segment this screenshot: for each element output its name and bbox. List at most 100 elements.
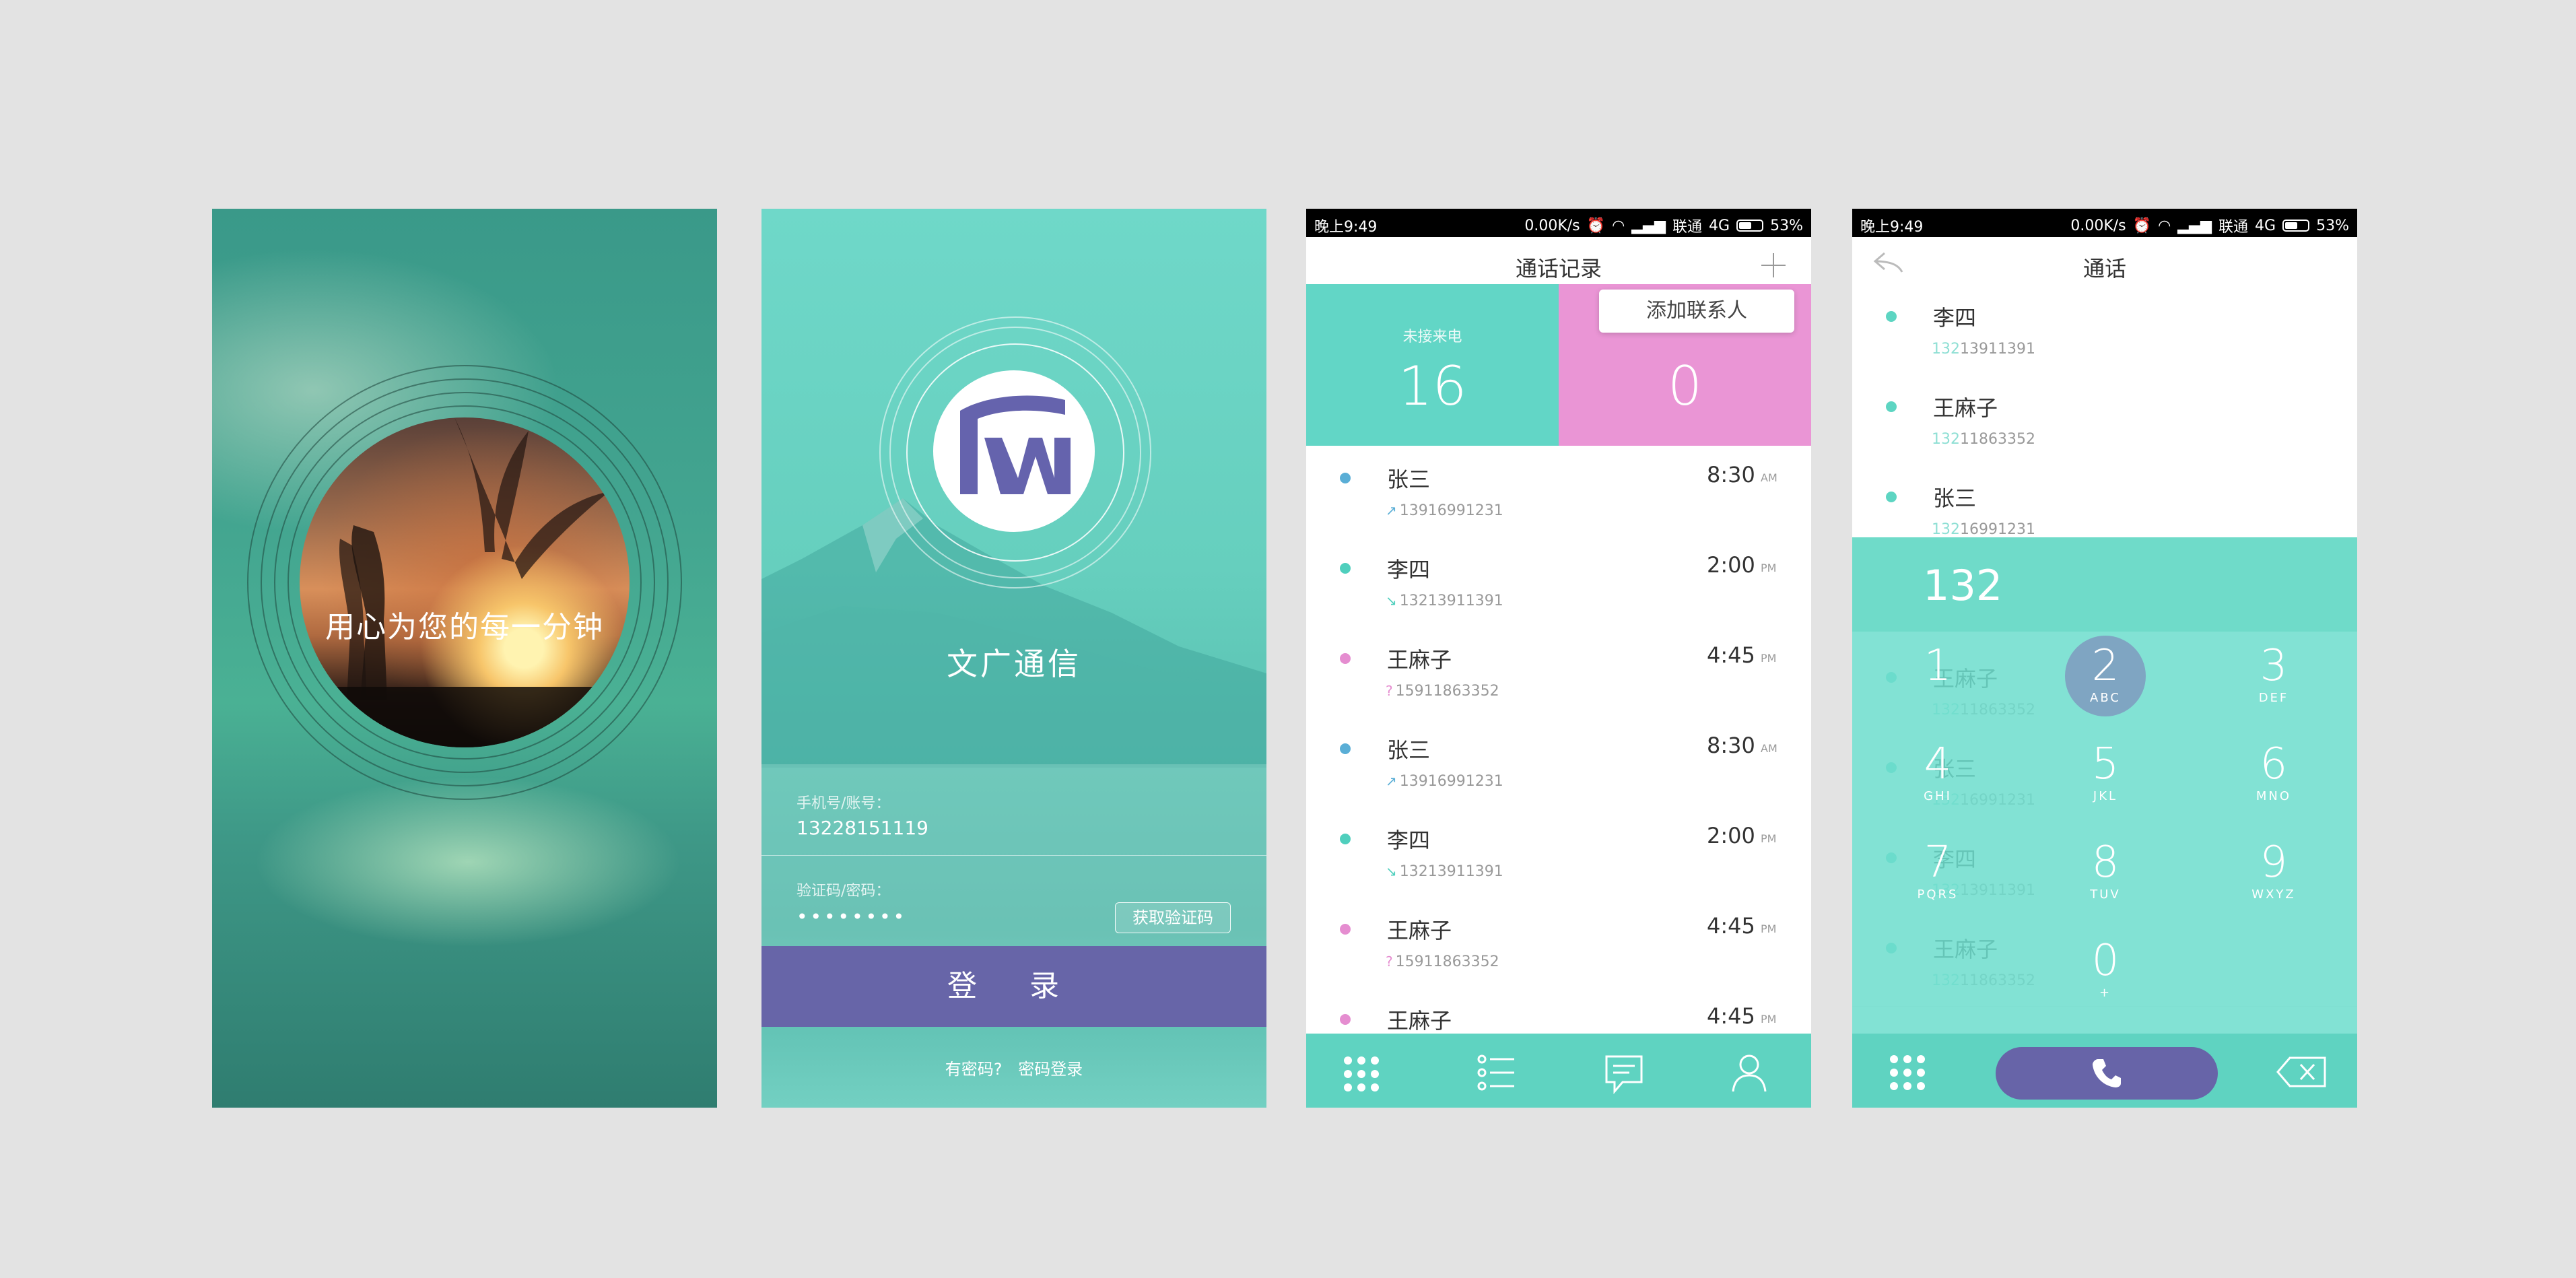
password-login-link[interactable]: 密码登录 <box>1018 1060 1083 1079</box>
key-digit: 7 <box>1924 838 1952 887</box>
list-icon[interactable] <box>1477 1052 1517 1093</box>
status-bar: 晚上9:49 0.00K/s ⏰ ◠ ▂▄▆ 联通 4G 53% <box>1852 209 2357 237</box>
number-rest: 16991231 <box>1960 521 2035 538</box>
call-direction-icon: ↘ <box>1386 863 1397 879</box>
call-button[interactable] <box>1996 1047 2218 1100</box>
key-4[interactable]: 4 GHI <box>1887 738 1988 826</box>
splash-tagline: 用心为您的每一分钟 <box>325 610 604 644</box>
title-bar: 通话记录 <box>1306 237 1811 291</box>
status-speed: 0.00K/s <box>1524 217 1580 234</box>
keypad-icon[interactable] <box>1887 1052 1928 1093</box>
call-log-row[interactable]: 王麻子? 15911863352 4:45 PM <box>1306 897 1811 988</box>
code-label: 验证码/密码： <box>796 883 891 900</box>
status-dot <box>1340 653 1351 664</box>
call-log-row[interactable]: 王麻子? 15911863352 4:45 PM <box>1306 626 1811 718</box>
call-ampm: PM <box>1761 832 1777 845</box>
divider <box>761 855 1266 856</box>
dialer-screen: 晚上9:49 0.00K/s ⏰ ◠ ▂▄▆ 联通 4G 53% 通话 李四 13… <box>1852 209 2357 1108</box>
key-digit: 8 <box>2091 838 2120 887</box>
call-number: ↘ 13213911391 <box>1386 593 1503 609</box>
key-digit: 1 <box>1924 641 1952 691</box>
status-dot <box>1340 473 1351 483</box>
get-code-button[interactable]: 获取验证码 <box>1115 902 1231 933</box>
brand-logo-icon <box>960 395 1071 494</box>
phone-input[interactable]: 13228151119 <box>796 817 928 839</box>
app-logo <box>933 370 1095 532</box>
missed-count: 16 <box>1398 355 1467 417</box>
key-7[interactable]: 7 PQRS <box>1887 836 1988 924</box>
title-bar: 通话 <box>1852 237 2357 291</box>
call-log-row[interactable]: 李四 ↘ 13213911391 2:00 PM <box>1306 807 1811 898</box>
phone-label: 手机号/账号： <box>796 795 891 812</box>
call-number: ↗ 13916991231 <box>1386 773 1503 790</box>
phone-number: 13916991231 <box>1399 502 1503 519</box>
call-ampm: PM <box>1761 562 1777 574</box>
have-password-text: 有密码? <box>945 1060 1003 1079</box>
contact-name: 张三 <box>1933 485 1977 511</box>
key-digit: 5 <box>2091 739 2120 789</box>
dial-input[interactable]: 132 <box>1923 561 2002 610</box>
keypad-icon[interactable] <box>1341 1054 1382 1094</box>
missed-calls-panel[interactable]: 未接来电 16 <box>1306 284 1559 446</box>
key-letters: ABC <box>2090 691 2121 705</box>
call-time: 4:45 <box>1707 642 1755 668</box>
key-0[interactable]: 0 + <box>2055 935 2156 1022</box>
contact-name: 张三 <box>1387 467 1431 492</box>
match-prefix: 132 <box>1932 521 1960 538</box>
number-rest: 13911391 <box>1960 341 2035 358</box>
contact-number: 13216991231 <box>1932 521 2035 538</box>
key-digit: 0 <box>2091 936 2120 986</box>
contact-suggestion-row[interactable]: 李四 13213911391 <box>1852 284 2357 376</box>
sunset-photo <box>300 417 630 747</box>
phone-icon <box>2093 1059 2121 1087</box>
key-8[interactable]: 8 TUV <box>2055 836 2156 924</box>
status-time: 晚上9:49 <box>1314 219 1378 236</box>
status-dot <box>1886 492 1897 502</box>
add-contact-menu-item[interactable]: 添加联系人 <box>1599 290 1794 333</box>
battery-icon <box>1736 220 1764 232</box>
call-direction-icon: ↗ <box>1386 502 1397 518</box>
key-9[interactable]: 9 WXYZ <box>2223 836 2324 924</box>
call-ampm: PM <box>1761 652 1777 665</box>
call-log-row[interactable]: 张三 ↗ 13916991231 8:30 AM <box>1306 716 1811 808</box>
number-rest: 11863352 <box>1960 431 2035 448</box>
contact-name: 王麻子 <box>1933 395 1998 421</box>
contact-name: 王麻子 <box>1387 1008 1452 1034</box>
key-letters: WXYZ <box>2251 887 2296 902</box>
call-log-screen: 晚上9:49 0.00K/s ⏰ ◠ ▂▄▆ 联通 4G 53% 通话记录 未接… <box>1306 209 1811 1108</box>
status-dot <box>1340 924 1351 935</box>
status-dot <box>1340 563 1351 574</box>
contact-icon[interactable] <box>1729 1051 1769 1094</box>
contact-name: 李四 <box>1933 305 1977 331</box>
key-digit: 9 <box>2260 838 2288 887</box>
phone-number: 15911863352 <box>1395 683 1499 700</box>
alt-login: 有密码? 密码登录 <box>761 1056 1266 1079</box>
password-input[interactable]: •••••••• <box>796 906 907 928</box>
contact-suggestion-row[interactable]: 王麻子 13211863352 <box>1852 374 2357 466</box>
call-ampm: AM <box>1761 742 1777 755</box>
status-carrier: 联通 <box>1672 219 1703 236</box>
contact-name: 李四 <box>1387 557 1431 582</box>
contact-number: 13213911391 <box>1932 341 2035 358</box>
key-5[interactable]: 5 JKL <box>2055 738 2156 826</box>
key-6[interactable]: 6 MNO <box>2223 738 2324 826</box>
signal-icon: ▂▄▆ <box>1631 217 1666 234</box>
app-name: 文广通信 <box>947 646 1081 682</box>
plus-icon[interactable] <box>1759 250 1788 280</box>
call-number: ↘ 13213911391 <box>1386 863 1503 880</box>
backspace-icon[interactable] <box>2275 1055 2329 1089</box>
contact-name: 王麻子 <box>1387 647 1452 673</box>
call-log-row[interactable]: 张三 ↗ 13916991231 8:30 AM <box>1306 446 1811 537</box>
key-2[interactable]: 2 ABC <box>2055 636 2156 727</box>
palm-silhouette-icon <box>300 417 630 747</box>
login-screen: 文广通信 手机号/账号： 13228151119 验证码/密码： •••••••… <box>761 209 1266 1108</box>
call-ampm: PM <box>1761 922 1777 935</box>
key-1[interactable]: 1 <box>1887 640 1988 727</box>
login-button[interactable]: 登 录 <box>761 946 1266 1027</box>
status-dot <box>1340 743 1351 754</box>
key-letters: GHI <box>1924 789 1952 803</box>
call-log-row[interactable]: 李四 ↘ 13213911391 2:00 PM <box>1306 536 1811 628</box>
message-icon[interactable] <box>1602 1052 1646 1096</box>
key-3[interactable]: 3 DEF <box>2223 640 2324 727</box>
call-time: 4:45 <box>1707 913 1755 939</box>
